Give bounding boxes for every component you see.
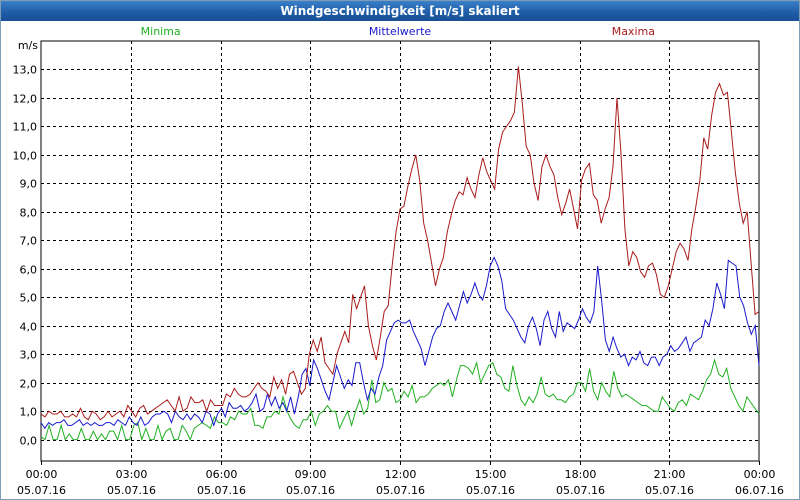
y-tick-label: 4,0 [20,321,38,334]
y-unit-label: m/s [18,39,38,52]
y-tick-label: 2,0 [20,378,38,391]
chart-window: Windgeschwindigkeit [m/s] skaliert 0,0 1,… [0,0,800,500]
x-tick-time-label: 00:00 [744,468,776,481]
y-tick-label: 1,0 [20,406,38,419]
y-tick-label: 10,0 [13,150,38,163]
x-tick-date-label: 05.07.16 [107,484,156,497]
y-tick-label: 3,0 [20,349,38,362]
x-tick-time-label: 12:00 [385,468,417,481]
legend-maxima: Maxima [612,25,655,38]
x-tick-time-label: 09:00 [295,468,327,481]
x-tick-date-label: 05.07.16 [286,484,335,497]
y-tick-label: 7,0 [20,235,38,248]
x-tick-date-label: 05.07.16 [556,484,605,497]
y-tick-label: 6,0 [20,264,38,277]
y-tick-label: 13,0 [13,64,38,77]
x-tick-date-label: 06.07.16 [735,484,784,497]
x-tick-date-label: 05.07.16 [17,484,66,497]
x-tick-date-label: 05.07.16 [645,484,694,497]
chart-svg: 0,0 1,0 2,0 3,0 4,0 5,0 6,0 7,0 8,0 9,0 10,0 11,0 12… [13,25,784,497]
y-tick-label: 11,0 [13,121,38,134]
x-tick-date-label: 05.07.16 [466,484,515,497]
y-tick-label: 0,0 [20,435,38,448]
y-tick-label: 9,0 [20,178,38,191]
y-tick-label: 8,0 [20,207,38,220]
legend-mittelwerte: Mittelwerte [369,25,432,38]
x-tick-time-label: 15:00 [475,468,507,481]
legend-minima: Minima [141,25,181,38]
x-tick-time-label: 18:00 [565,468,597,481]
x-tick-time-label: 03:00 [116,468,148,481]
x-tick-date-label: 05.07.16 [376,484,425,497]
x-tick-date-label: 05.07.16 [197,484,246,497]
y-tick-label: 5,0 [20,292,38,305]
x-tick-time-label: 06:00 [206,468,238,481]
x-tick-time-label: 00:00 [26,468,58,481]
x-tick-time-label: 21:00 [654,468,686,481]
y-tick-label: 12,0 [13,93,38,106]
